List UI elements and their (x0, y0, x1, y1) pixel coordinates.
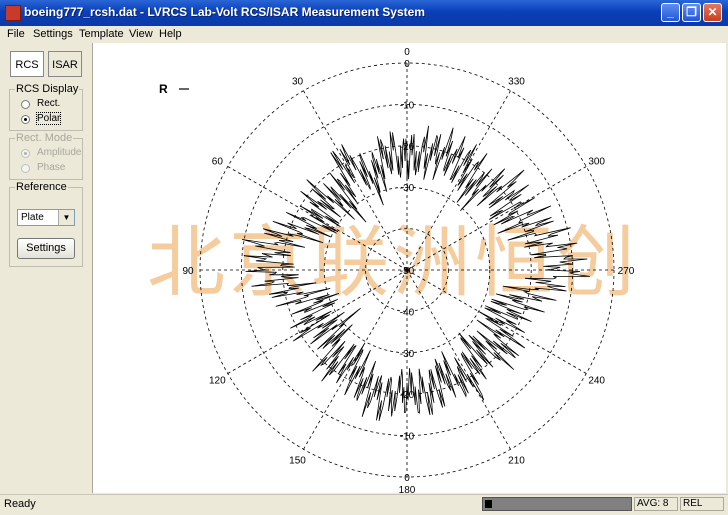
mode-indicator: REL (680, 497, 724, 511)
tab-isar[interactable]: ISAR (48, 51, 82, 77)
amplitude-radio (21, 149, 30, 158)
rect-radio-label[interactable]: Rect. (37, 98, 60, 109)
menu-bar: File Settings Template View Help (0, 26, 728, 43)
angle-tick-label: 270 (618, 266, 635, 277)
reference-select-value: Plate (21, 212, 44, 223)
app-icon (5, 5, 21, 21)
angle-tick-label: 0 (404, 47, 410, 58)
chevron-down-icon[interactable]: ▼ (58, 210, 74, 225)
reference-select[interactable]: Plate ▼ (17, 209, 75, 226)
rect-radio[interactable] (21, 100, 30, 109)
angle-tick-label: 330 (508, 76, 525, 87)
angle-tick-label: 60 (212, 157, 224, 168)
radial-tick-label: 0 (404, 59, 410, 70)
rect-mode-title: Rect. Mode (15, 132, 74, 144)
menu-settings[interactable]: Settings (33, 28, 73, 40)
center-tick-label: -50 (400, 266, 415, 277)
radial-tick-label: -10 (400, 100, 415, 111)
phase-radio-label: Phase (37, 162, 66, 173)
reference-title: Reference (15, 181, 68, 193)
angle-tick-label: 300 (588, 157, 605, 168)
control-panel: RCS ISAR RCS Display Rect. Polar Rect. M… (0, 43, 93, 493)
radial-tick-label: -10 (400, 432, 415, 443)
reference-group: Reference Plate ▼ Settings (9, 181, 83, 267)
progress-bar (482, 497, 632, 511)
reference-settings-button[interactable]: Settings (17, 238, 75, 259)
menu-template[interactable]: Template (79, 28, 124, 40)
polar-radio-label[interactable]: Polar (35, 112, 62, 125)
angle-tick-label: 120 (209, 376, 226, 387)
menu-file[interactable]: File (7, 28, 25, 40)
polar-radio[interactable] (21, 115, 30, 124)
menu-help[interactable]: Help (159, 28, 182, 40)
angle-tick-label: 150 (289, 456, 306, 467)
radial-tick-label: 0 (404, 473, 410, 484)
radial-tick-label: -40 (400, 307, 415, 318)
close-button[interactable]: ✕ (703, 3, 722, 22)
menu-view[interactable]: View (129, 28, 153, 40)
angle-tick-label: 240 (588, 376, 605, 387)
angle-tick-label: 90 (182, 266, 194, 277)
title-bar: boeing777_rcsh.dat - LVRCS Lab-Volt RCS/… (0, 0, 728, 26)
rect-mode-group: Rect. Mode Amplitude Phase (9, 132, 83, 180)
angle-tick-label: 30 (292, 76, 304, 87)
avg-indicator: AVG: 8 (634, 497, 678, 511)
legend-label: R (159, 82, 168, 96)
radial-tick-label: -20 (400, 142, 415, 153)
angle-tick-label: 210 (508, 456, 525, 467)
rcs-display-group: RCS Display Rect. Polar (9, 83, 83, 131)
status-text: Ready (4, 498, 36, 510)
minimize-button[interactable]: _ (661, 3, 680, 22)
polar-rcs-chart: 北京联洲恒创03060901201501802102402703003300-1… (147, 47, 635, 493)
radial-tick-label: -30 (400, 183, 415, 194)
maximize-button[interactable]: ❐ (682, 3, 701, 22)
amplitude-radio-label: Amplitude (37, 147, 82, 158)
angle-tick-label: 180 (399, 485, 416, 493)
progress-fill (485, 500, 493, 508)
status-bar: Ready AVG: 8 REL (0, 494, 728, 515)
radial-tick-label: -30 (400, 349, 415, 360)
phase-radio (21, 164, 30, 173)
radial-tick-label: -20 (400, 390, 415, 401)
tab-rcs[interactable]: RCS (10, 51, 44, 77)
rcs-display-title: RCS Display (15, 83, 80, 95)
polar-plot-area: 北京联洲恒创 0 30 60 90 120 150 180 210 240 270 300 330 0 -1… (93, 43, 726, 493)
window-title: boeing777_rcsh.dat - LVRCS Lab-Volt RCS/… (24, 5, 425, 19)
